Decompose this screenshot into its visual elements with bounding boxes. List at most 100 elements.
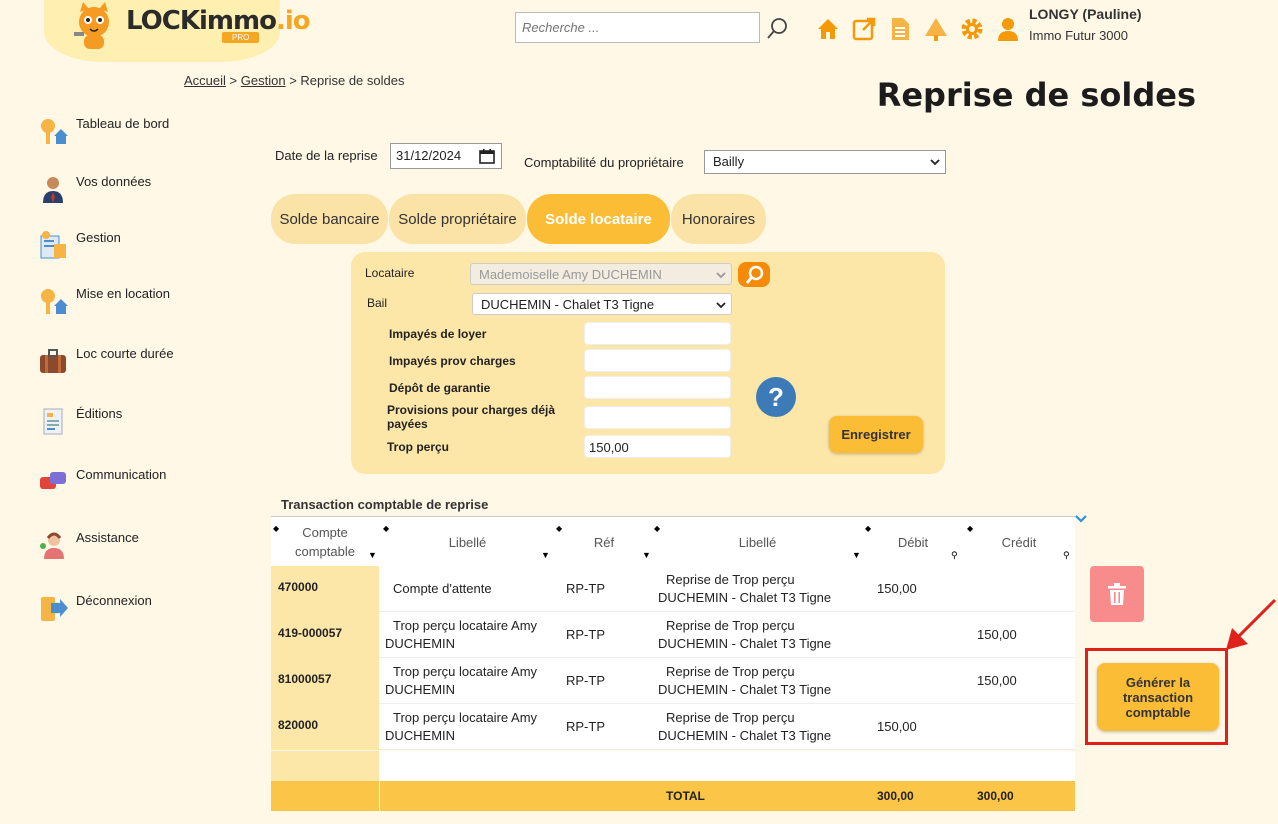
sort-icon[interactable]: ◆ xyxy=(967,519,973,538)
row-ref: RP-TP xyxy=(566,627,605,642)
col-debit[interactable]: ◆ Débit ⚲ xyxy=(863,517,963,567)
table-row[interactable]: 470000 Compte d'attente RP-TP Reprise de… xyxy=(271,566,1075,612)
search-locataire-button[interactable] xyxy=(738,262,770,287)
bail-select[interactable]: DUCHEMIN - Chalet T3 Tigne xyxy=(472,293,732,315)
tab-solde-locataire[interactable]: Solde locataire xyxy=(527,194,670,244)
sidebar-item-vos-donnees[interactable]: Vos données xyxy=(38,174,151,204)
locataire-select[interactable]: Mademoiselle Amy DUCHEMIN xyxy=(470,263,732,285)
help-icon[interactable]: ? xyxy=(756,377,796,417)
filter-icon[interactable]: ⚲ xyxy=(951,546,958,565)
col-label: Réf xyxy=(593,534,615,550)
breadcrumb-gestion[interactable]: Gestion xyxy=(241,73,286,88)
row-debit: 150,00 xyxy=(877,581,917,596)
sidebar-item-label: Éditions xyxy=(76,406,123,421)
date-input[interactable]: 31/12/2024 xyxy=(390,143,502,169)
row-debit xyxy=(877,658,957,704)
sidebar-item-loc-courte-duree[interactable]: Loc courte durée xyxy=(38,346,174,376)
row-libelle: Compte d'attente xyxy=(393,581,492,596)
tab-honoraires[interactable]: Honoraires xyxy=(671,194,766,244)
save-button[interactable]: Enregistrer xyxy=(829,416,923,453)
search-input[interactable] xyxy=(515,12,760,43)
filter-icon[interactable]: ▼ xyxy=(368,546,377,565)
sidebar-item-dashboard[interactable]: Tableau de bord xyxy=(38,116,169,146)
sidebar-item-assistance[interactable]: Assistance xyxy=(38,530,139,560)
table-row-empty[interactable] xyxy=(271,751,1075,781)
col-libelle-2[interactable]: ◆ Libellé ▼ xyxy=(652,517,863,567)
sidebar-item-deconnexion[interactable]: Déconnexion xyxy=(38,593,152,623)
col-libelle[interactable]: ◆ Libellé ▼ xyxy=(379,517,556,567)
provisions-charges-input[interactable] xyxy=(584,406,731,429)
chevron-down-icon[interactable] xyxy=(1074,514,1088,524)
sidebar-item-label: Gestion xyxy=(76,230,121,245)
compta-select[interactable]: Bailly xyxy=(704,150,946,174)
sidebar-item-label: Assistance xyxy=(76,530,139,545)
total-debit: 300,00 xyxy=(877,789,914,803)
row-libelle-2: Reprise de Trop perçu DUCHEMIN - Chalet … xyxy=(658,710,832,743)
date-value: 31/12/2024 xyxy=(396,148,462,163)
col-label: Libellé xyxy=(738,534,777,550)
filter-icon[interactable]: ⚲ xyxy=(1063,546,1070,565)
external-link-icon[interactable] xyxy=(851,16,877,42)
solde-locataire-panel: Locataire Mademoiselle Amy DUCHEMIN Bail… xyxy=(351,252,945,474)
sort-icon[interactable]: ◆ xyxy=(654,519,660,538)
user-icon[interactable] xyxy=(995,16,1021,42)
sort-icon[interactable]: ◆ xyxy=(383,519,389,538)
gear-icon[interactable] xyxy=(959,16,985,42)
sidebar-item-editions[interactable]: Éditions xyxy=(38,406,122,436)
row-debit xyxy=(877,612,957,658)
table-row[interactable]: 81000057 Trop perçu locataire Amy DUCHEM… xyxy=(271,658,1075,704)
highlight-box xyxy=(1085,648,1228,745)
cat-mascot-icon xyxy=(74,2,109,49)
trop-percu-input[interactable]: 150,00 xyxy=(584,435,731,458)
row-compte: 470000 xyxy=(271,566,379,612)
sidebar-item-gestion[interactable]: Gestion xyxy=(38,230,121,260)
tab-solde-bancaire[interactable]: Solde bancaire xyxy=(271,194,388,244)
sidebar-item-communication[interactable]: Communication xyxy=(38,467,166,497)
chevron-down-icon xyxy=(930,159,940,166)
search-icon[interactable] xyxy=(766,16,790,40)
locataire-label: Locataire xyxy=(365,266,415,280)
tree-icon[interactable] xyxy=(923,16,949,42)
file-icon[interactable] xyxy=(887,16,913,42)
bail-selected: DUCHEMIN - Chalet T3 Tigne xyxy=(481,297,655,312)
row-libelle-2: Reprise de Trop perçu DUCHEMIN - Chalet … xyxy=(658,664,832,697)
col-credit[interactable]: ◆ Crédit ⚲ xyxy=(963,517,1075,567)
impayes-loyer-input[interactable] xyxy=(584,322,731,345)
filter-icon[interactable]: ▼ xyxy=(852,546,861,565)
top-toolbar xyxy=(815,16,1021,42)
row-libelle: Trop perçu locataire Amy DUCHEMIN xyxy=(385,618,538,651)
logout-icon xyxy=(41,597,68,621)
logo[interactable]: LOCKimmo.io PRO xyxy=(44,0,311,62)
user-name[interactable]: LONGY (Pauline) xyxy=(1029,6,1142,22)
impayes-prov-charges-input[interactable] xyxy=(584,349,731,372)
sidebar-item-mise-en-location[interactable]: Mise en location xyxy=(38,286,170,316)
person-icon xyxy=(43,177,63,203)
sort-icon[interactable]: ◆ xyxy=(273,519,279,538)
user-company: Immo Futur 3000 xyxy=(1029,28,1128,43)
breadcrumb-separator: > xyxy=(289,73,297,88)
table-row[interactable]: 820000 Trop perçu locataire Amy DUCHEMIN… xyxy=(271,704,1075,750)
calendar-icon[interactable] xyxy=(479,148,495,164)
row-compte-empty xyxy=(271,751,379,781)
col-ref[interactable]: ◆ Réf ▼ xyxy=(556,517,652,567)
row-compte: 419-000057 xyxy=(271,612,379,658)
row-ref: RP-TP xyxy=(566,719,605,734)
delete-button[interactable] xyxy=(1090,566,1144,622)
search-icon xyxy=(745,265,764,284)
document-icon xyxy=(43,408,63,435)
col-label: Crédit xyxy=(1001,534,1037,550)
sort-icon[interactable]: ◆ xyxy=(865,519,871,538)
col-compte[interactable]: ◆ Compte comptable ▼ xyxy=(271,517,379,567)
logo-pro-badge: PRO xyxy=(222,32,260,43)
sort-icon[interactable]: ◆ xyxy=(556,519,562,538)
breadcrumb-home[interactable]: Accueil xyxy=(184,73,226,88)
row-libelle-2: Reprise de Trop perçu DUCHEMIN - Chalet … xyxy=(658,572,832,605)
table-row[interactable]: 419-000057 Trop perçu locataire Amy DUCH… xyxy=(271,612,1075,658)
home-icon[interactable] xyxy=(815,16,841,42)
depot-garantie-input[interactable] xyxy=(584,376,731,399)
filter-icon[interactable]: ▼ xyxy=(541,546,550,565)
row-compte: 820000 xyxy=(271,704,379,750)
locataire-selected: Mademoiselle Amy DUCHEMIN xyxy=(479,267,662,282)
filter-icon[interactable]: ▼ xyxy=(642,546,651,565)
tab-solde-proprietaire[interactable]: Solde propriétaire xyxy=(389,194,526,244)
